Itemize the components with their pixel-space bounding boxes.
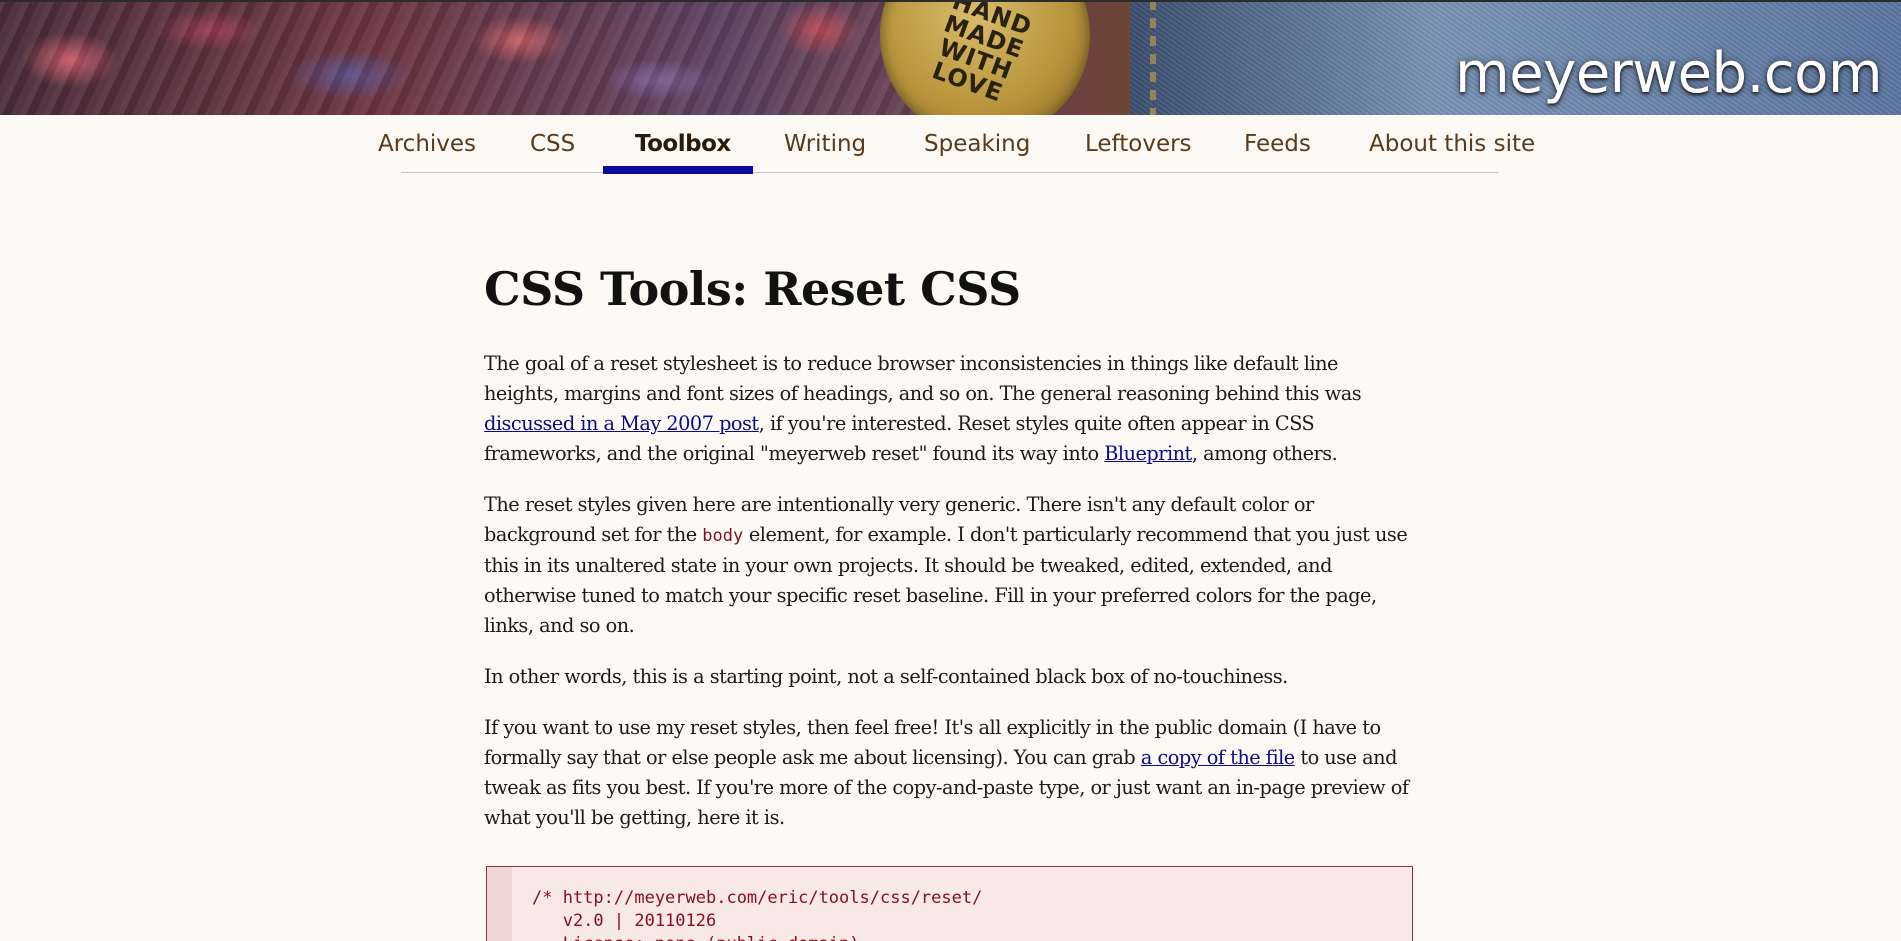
- body-code: body: [702, 526, 744, 546]
- intro-text-a: The goal of a reset stylesheet is to red…: [484, 352, 1362, 405]
- site-title[interactable]: meyerweb.com: [1455, 38, 1882, 110]
- may-2007-post-link[interactable]: discussed in a May 2007 post: [484, 412, 759, 435]
- nav-item-css[interactable]: CSS: [530, 115, 575, 173]
- code-block-gutter: [487, 867, 512, 941]
- banner-photo-strands: [0, 0, 1000, 115]
- reset-css-code-block[interactable]: /* http://meyerweb.com/eric/tools/css/re…: [486, 866, 1413, 941]
- nav-active-indicator: [603, 166, 753, 174]
- intro-text-c: , among others.: [1191, 442, 1338, 465]
- starting-point-paragraph: In other words, this is a starting point…: [484, 665, 1288, 688]
- nav-item-feeds[interactable]: Feeds: [1244, 115, 1311, 173]
- browser-top-edge: [0, 0, 1901, 2]
- code-block-text: /* http://meyerweb.com/eric/tools/css/re…: [532, 888, 983, 941]
- nav-item-toolbox[interactable]: Toolbox: [635, 115, 731, 173]
- nav-item-archives[interactable]: Archives: [378, 115, 476, 173]
- nav-item-writing[interactable]: Writing: [784, 115, 866, 173]
- nav-item-leftovers[interactable]: Leftovers: [1085, 115, 1192, 173]
- article: CSS Tools: Reset CSS The goal of a reset…: [484, 250, 1414, 833]
- banner-photo-stitching: [1150, 0, 1156, 115]
- header-banner: HAND MADE WITH LOVE meyerweb.com: [0, 0, 1901, 115]
- intro-paragraph: The goal of a reset stylesheet is to red…: [484, 349, 1414, 469]
- blueprint-link[interactable]: Blueprint: [1104, 442, 1192, 465]
- license-paragraph: If you want to use my reset styles, then…: [484, 713, 1414, 833]
- nav-divider: [401, 172, 1498, 173]
- generic-styles-paragraph: The reset styles given here are intentio…: [484, 490, 1414, 641]
- copy-of-file-link[interactable]: a copy of the file: [1141, 746, 1295, 769]
- page-title: CSS Tools: Reset CSS: [484, 262, 1021, 316]
- nav-item-about[interactable]: About this site: [1369, 115, 1535, 173]
- nav-item-speaking[interactable]: Speaking: [924, 115, 1030, 173]
